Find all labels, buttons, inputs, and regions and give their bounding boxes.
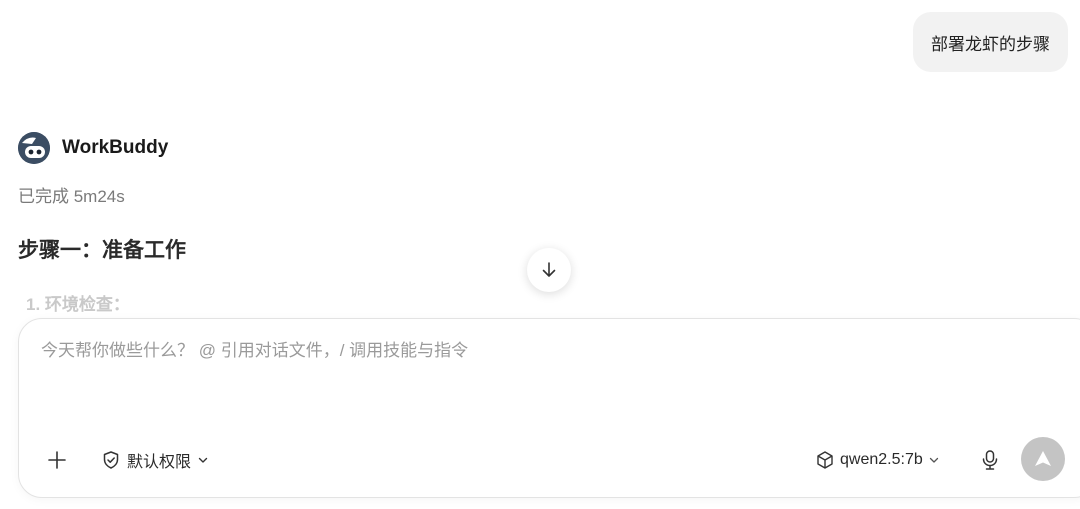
permission-button[interactable]: 默认权限 [101,447,209,473]
model-label: qwen2.5:7b [840,451,923,468]
assistant-name: WorkBuddy [62,137,169,158]
user-message-bubble: 部署龙虾的步骤 [913,12,1068,72]
assistant-header: WorkBuddy [18,132,168,164]
microphone-button[interactable] [978,447,1002,473]
arrow-down-icon [540,261,558,279]
chevron-down-icon [197,454,209,466]
composer: 默认权限 qwen2.5:7b [18,318,1080,498]
model-select[interactable]: qwen2.5:7b [815,447,940,473]
message-input[interactable] [41,341,941,361]
robot-avatar-icon [18,132,50,164]
arrow-up-icon [1032,448,1054,470]
permission-label: 默认权限 [127,454,192,471]
user-message-text: 部署龙虾的步骤 [931,34,1050,54]
step-heading: 步骤一：准备工作 [18,239,186,262]
scroll-to-bottom-button[interactable] [527,248,571,292]
cube-icon [815,450,835,470]
completion-status: 已完成 5m24s [18,187,125,206]
plus-icon [47,450,67,470]
add-button[interactable] [45,448,69,472]
microphone-icon [981,449,999,471]
chevron-down-icon [928,454,940,466]
list-item: 1. 环境检查： [26,295,130,314]
shield-check-icon [101,450,121,470]
send-button[interactable] [1021,437,1065,481]
